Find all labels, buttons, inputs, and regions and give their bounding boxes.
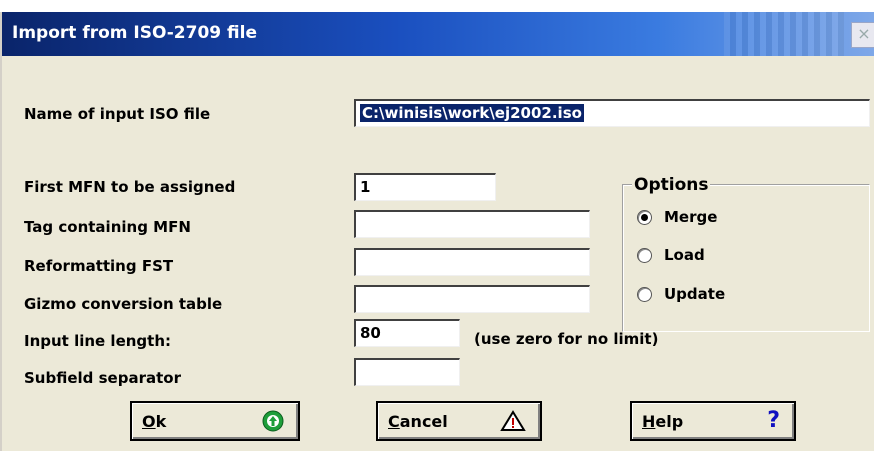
cancel-button[interactable]: Cancel bbox=[376, 401, 542, 441]
first-mfn-field[interactable]: 1 bbox=[354, 173, 496, 201]
ok-button-label: Ok bbox=[142, 411, 167, 431]
option-load[interactable]: Load bbox=[637, 246, 705, 264]
warning-triangle-icon bbox=[500, 410, 526, 431]
input-iso-file-label: Name of input ISO file bbox=[24, 105, 211, 123]
reformatting-fst-field[interactable] bbox=[354, 248, 590, 276]
option-load-label: Load bbox=[664, 246, 705, 264]
gizmo-table-field[interactable] bbox=[354, 285, 590, 313]
first-mfn-label: First MFN to be assigned bbox=[24, 178, 236, 196]
question-mark-icon: ? bbox=[767, 408, 780, 433]
option-update-label: Update bbox=[664, 285, 726, 303]
cancel-button-label: Cancel bbox=[388, 411, 448, 431]
ok-button[interactable]: Ok bbox=[130, 401, 300, 441]
input-iso-file-field[interactable]: C:\winisis\work\ej2002.iso bbox=[354, 99, 870, 127]
import-iso-dialog: Import from ISO-2709 file × Name of inpu… bbox=[0, 12, 874, 451]
help-button[interactable]: Help ? bbox=[630, 401, 796, 441]
tag-mfn-field[interactable] bbox=[354, 210, 590, 238]
option-merge[interactable]: Merge bbox=[637, 208, 717, 226]
radio-load-icon[interactable] bbox=[637, 247, 652, 263]
line-length-label: Input line length: bbox=[24, 332, 172, 350]
title-bar[interactable]: Import from ISO-2709 file × bbox=[2, 12, 874, 56]
tag-mfn-label: Tag containing MFN bbox=[24, 218, 191, 236]
window-title: Import from ISO-2709 file bbox=[12, 23, 257, 43]
radio-update-icon[interactable] bbox=[637, 286, 652, 302]
option-update[interactable]: Update bbox=[637, 285, 725, 303]
close-button[interactable]: × bbox=[851, 22, 874, 48]
radio-merge-icon[interactable] bbox=[637, 209, 652, 225]
options-group-title: Options bbox=[632, 175, 711, 195]
green-arrow-up-icon bbox=[262, 410, 284, 432]
subfield-separator-label: Subfield separator bbox=[24, 369, 181, 387]
help-button-label: Help bbox=[642, 411, 684, 431]
line-length-field[interactable]: 80 bbox=[354, 319, 460, 347]
subfield-separator-field[interactable] bbox=[354, 358, 460, 386]
option-merge-label: Merge bbox=[664, 208, 718, 226]
input-iso-file-value: C:\winisis\work\ej2002.iso bbox=[360, 104, 584, 122]
line-length-hint: (use zero for no limit) bbox=[474, 330, 659, 348]
gizmo-table-label: Gizmo conversion table bbox=[24, 295, 223, 313]
title-bar-decoration bbox=[724, 12, 844, 56]
close-icon: × bbox=[857, 24, 871, 43]
reformatting-fst-label: Reformatting FST bbox=[24, 257, 174, 275]
